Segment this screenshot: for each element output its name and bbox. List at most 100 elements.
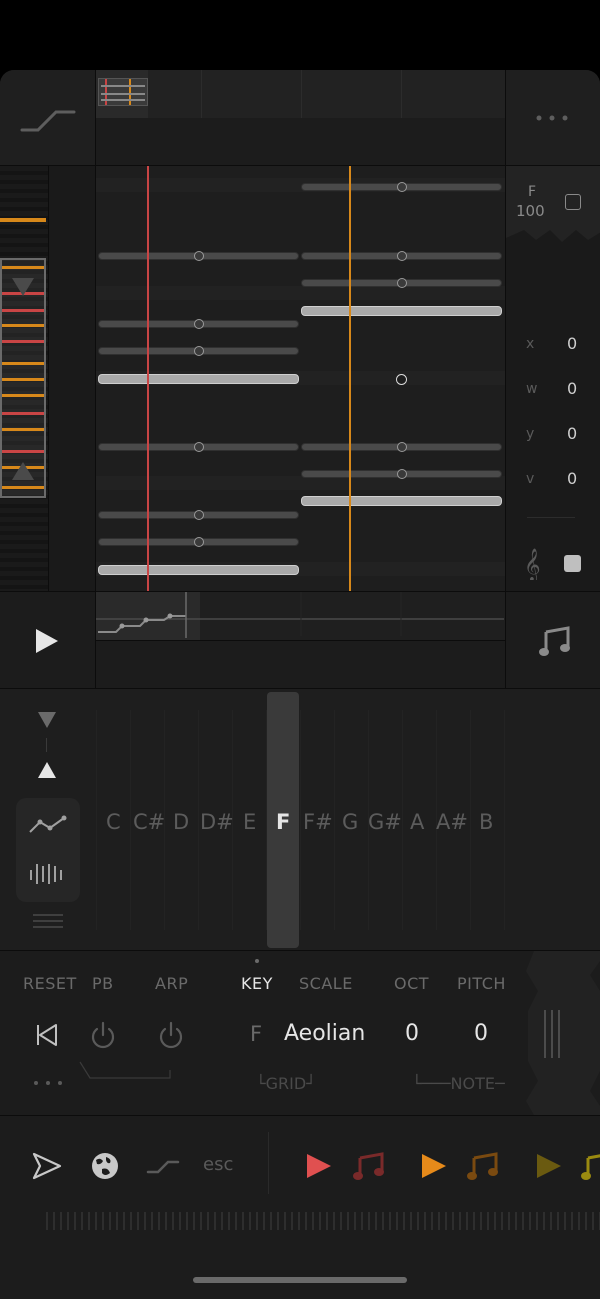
key-C[interactable]: C — [106, 810, 121, 834]
track-olive-note-button[interactable] — [580, 1150, 600, 1182]
note-cursor-dot[interactable] — [396, 374, 407, 385]
pitch-value[interactable]: 0 — [474, 1021, 488, 1046]
globe-button[interactable] — [90, 1151, 120, 1181]
timeline-ruler[interactable] — [95, 118, 506, 166]
line-graph-icon[interactable] — [28, 814, 68, 838]
note[interactable] — [98, 319, 299, 329]
track-orange-note-button[interactable] — [466, 1150, 500, 1182]
more-horizontal-icon — [536, 115, 568, 121]
svg-text:𝄞: 𝄞 — [524, 548, 541, 580]
minimap-up-marker-icon — [12, 278, 34, 296]
key-D-sharp[interactable]: D# — [200, 810, 234, 834]
bottom-scrubber[interactable] — [46, 1212, 600, 1230]
key-G[interactable]: G — [342, 810, 358, 834]
music-note-icon — [581, 1154, 600, 1180]
minimap-down-marker-icon — [12, 462, 34, 480]
octave-down-icon[interactable] — [36, 710, 58, 730]
note-selected[interactable] — [98, 374, 299, 384]
note-selected[interactable] — [301, 496, 502, 506]
play-icon — [307, 1154, 331, 1178]
key-A[interactable]: A — [410, 810, 424, 834]
field-value-v[interactable]: 0 — [567, 469, 577, 488]
music-note-icon — [467, 1152, 498, 1180]
key-G-sharp[interactable]: G# — [368, 810, 402, 834]
automation-lane-lower[interactable] — [95, 640, 506, 689]
field-value-y[interactable]: 0 — [567, 424, 577, 443]
field-value-w[interactable]: 0 — [567, 379, 577, 398]
automation-lane[interactable] — [95, 592, 506, 640]
track-red-note-button[interactable] — [352, 1150, 386, 1182]
note-selected[interactable] — [301, 306, 502, 316]
track-color-swatch[interactable] — [564, 555, 581, 572]
pitch-label: PITCH — [457, 974, 506, 993]
menu-lines-icon[interactable] — [31, 911, 65, 931]
automation-curve — [96, 592, 504, 640]
arp-label: ARP — [155, 974, 189, 993]
keyboard-minimap[interactable] — [0, 166, 48, 591]
arp-power-button[interactable] — [157, 1020, 185, 1050]
bars-icon[interactable] — [28, 862, 68, 886]
drag-handle-icon[interactable] — [541, 1008, 563, 1060]
oct-label: OCT — [394, 974, 430, 993]
key-D[interactable]: D — [173, 810, 189, 834]
music-note-icon — [353, 1152, 384, 1180]
more-options-icon[interactable] — [32, 1078, 64, 1088]
octave-up-icon[interactable] — [36, 760, 58, 780]
ramp-icon — [146, 1160, 180, 1174]
ramp-icon — [20, 110, 76, 132]
pb-power-button[interactable] — [89, 1020, 117, 1050]
key-A-sharp[interactable]: A# — [436, 810, 468, 834]
home-indicator — [193, 1277, 407, 1283]
note-label[interactable]: └───NOTE─ — [412, 1074, 505, 1093]
note-selected[interactable] — [98, 565, 299, 575]
automation-mode-button[interactable] — [146, 1156, 180, 1176]
track-red-play-button[interactable] — [305, 1152, 333, 1180]
field-label-w: w — [526, 381, 538, 397]
skip-back-icon — [37, 1024, 57, 1046]
scale-value[interactable]: Aeolian — [284, 1021, 365, 1046]
inspector-note-name: F — [527, 184, 537, 200]
velocity-lane-strip[interactable] — [48, 166, 96, 591]
send-button[interactable] — [30, 1150, 64, 1182]
treble-clef-icon: 𝄞 — [524, 548, 541, 580]
grid-label[interactable]: └GRID┘ — [256, 1074, 316, 1093]
inspector-select-checkbox[interactable] — [565, 194, 581, 210]
reset-button[interactable] — [34, 1022, 60, 1048]
esc-button[interactable]: esc — [203, 1154, 233, 1175]
note[interactable] — [98, 537, 299, 547]
key-C-sharp[interactable]: C# — [133, 810, 165, 834]
field-label-v: v — [526, 471, 535, 487]
note[interactable] — [301, 469, 502, 479]
note-panel-button[interactable] — [505, 592, 600, 688]
inspector-velocity: 100 — [516, 202, 545, 220]
note[interactable] — [301, 278, 502, 288]
play-icon — [36, 629, 58, 653]
scale-label: SCALE — [299, 974, 353, 993]
overview-viewport[interactable] — [98, 78, 148, 106]
field-label-x: x — [526, 336, 535, 352]
key-F-sharp[interactable]: F# — [303, 810, 333, 834]
play-button[interactable] — [28, 623, 64, 659]
track-olive-play-button[interactable] — [535, 1152, 563, 1180]
note[interactable] — [98, 442, 299, 452]
playhead-red[interactable] — [147, 166, 149, 591]
note[interactable] — [98, 251, 299, 261]
key-F[interactable]: F — [276, 810, 290, 834]
playhead-orange[interactable] — [349, 166, 351, 591]
key-E[interactable]: E — [243, 810, 256, 834]
track-orange-play-button[interactable] — [420, 1152, 448, 1180]
automation-toggle[interactable] — [18, 104, 78, 134]
key-B[interactable]: B — [479, 810, 493, 834]
note[interactable] — [98, 346, 299, 356]
note[interactable] — [301, 442, 502, 452]
send-play-icon — [32, 1152, 62, 1180]
overview-strip[interactable] — [95, 70, 506, 118]
key-value[interactable]: F — [250, 1022, 262, 1046]
note[interactable] — [98, 510, 299, 520]
more-menu-button[interactable] — [530, 106, 575, 130]
note[interactable] — [301, 251, 502, 261]
note[interactable] — [301, 182, 502, 192]
oct-value[interactable]: 0 — [405, 1021, 419, 1046]
play-icon — [537, 1154, 561, 1178]
field-value-x[interactable]: 0 — [567, 334, 577, 353]
